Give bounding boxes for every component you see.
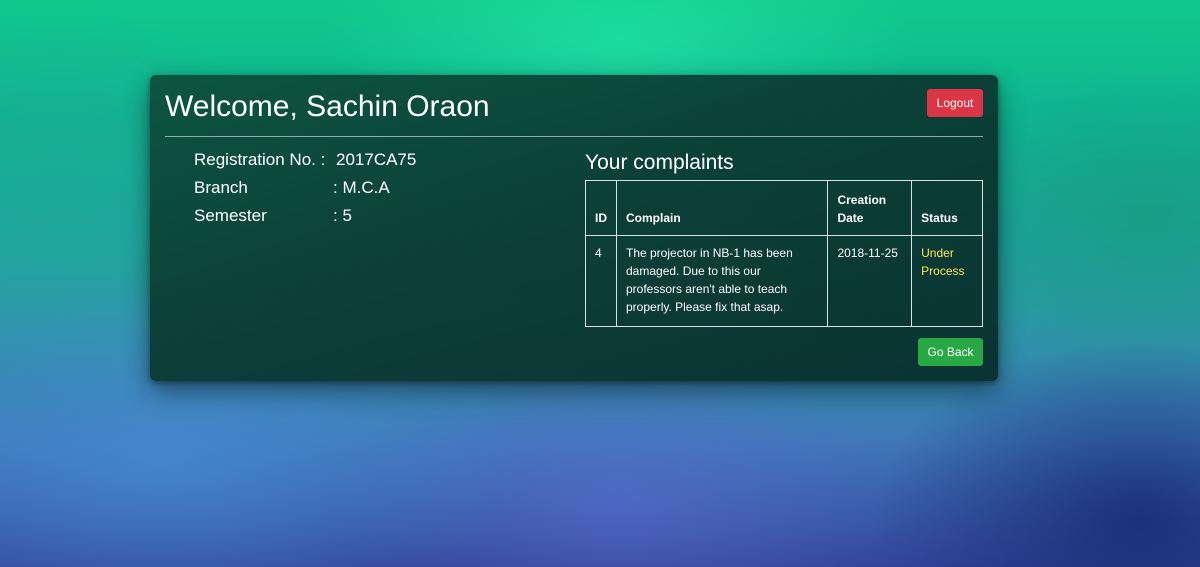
semester-label: Semester	[194, 206, 267, 225]
logout-button[interactable]: Logout	[927, 89, 983, 117]
dashboard-card: Welcome, Sachin Oraon Logout Registratio…	[150, 75, 998, 381]
registration-row: Registration No. : 2017CA75	[194, 148, 416, 176]
student-info: Registration No. : 2017CA75 Branch : M.C…	[194, 148, 416, 232]
semester-value: : 5	[333, 206, 352, 225]
branch-value: : M.C.A	[333, 178, 390, 197]
cell-id: 4	[585, 235, 617, 327]
complaints-title: Your complaints	[585, 151, 734, 174]
registration-label: Registration No. :	[194, 150, 326, 169]
column-header-id: ID	[585, 180, 617, 236]
header-divider	[165, 136, 983, 137]
welcome-heading: Welcome, Sachin Oraon	[165, 90, 490, 123]
cell-complain: The projector in NB-1 has been damaged. …	[615, 235, 829, 327]
column-header-status: Status	[911, 180, 983, 236]
cell-status: Under Process	[911, 235, 983, 327]
table-row: 4 The projector in NB-1 has been damaged…	[585, 235, 983, 327]
table-header-row: ID Complain Creation Date Status	[585, 180, 983, 236]
cell-creation-date: 2018-11-25	[827, 235, 913, 327]
status-badge: Under Process	[921, 246, 965, 278]
column-header-creation-date: Creation Date	[827, 180, 913, 236]
registration-value: 2017CA75	[336, 150, 417, 169]
complaints-table: ID Complain Creation Date Status 4 The p…	[585, 180, 983, 327]
column-header-complain: Complain	[615, 180, 829, 236]
go-back-button[interactable]: Go Back	[918, 338, 983, 366]
semester-row: Semester : 5	[194, 204, 352, 232]
branch-label: Branch	[194, 178, 248, 197]
branch-row: Branch : M.C.A	[194, 176, 390, 204]
